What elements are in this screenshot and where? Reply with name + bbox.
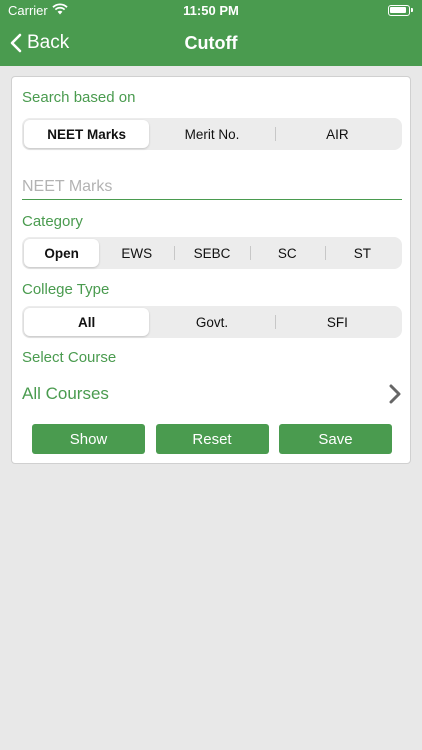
show-button[interactable]: Show bbox=[32, 424, 145, 454]
status-bar: Carrier 11:50 PM bbox=[0, 0, 422, 22]
search-type-segmented-control: NEET Marks Merit No. AIR bbox=[22, 118, 402, 150]
reset-button[interactable]: Reset bbox=[155, 424, 269, 454]
cutoff-form-card: Search based on NEET MarksMerit No.AIR C… bbox=[11, 76, 411, 464]
clock: 11:50 PM bbox=[183, 3, 239, 18]
segment-all[interactable]: All bbox=[24, 308, 150, 336]
search-based-on-label: Search based on bbox=[22, 89, 136, 106]
segment-air[interactable]: AIR bbox=[274, 120, 400, 148]
neet-marks-input[interactable] bbox=[22, 174, 402, 200]
battery-icon bbox=[388, 5, 413, 16]
segment-sfi[interactable]: SFI bbox=[274, 308, 400, 336]
segment-sebc[interactable]: SEBC bbox=[174, 239, 249, 267]
college-type-segmented-control: All Govt. SFI bbox=[22, 306, 402, 338]
chevron-right-icon bbox=[389, 384, 401, 404]
course-selector[interactable]: All Courses bbox=[22, 381, 402, 407]
category-label: Category bbox=[22, 213, 83, 230]
college-type-label: College Type bbox=[22, 281, 110, 298]
page-title: Cutoff bbox=[184, 33, 238, 53]
course-value: All Courses bbox=[22, 384, 109, 403]
segment-merit-no[interactable]: Merit No. bbox=[149, 120, 274, 148]
segment-neet-marks[interactable]: NEET Marks bbox=[24, 120, 150, 148]
category-segmented-control: Open EWS SEBC SC ST bbox=[22, 237, 402, 269]
select-course-label: Select Course bbox=[22, 349, 117, 366]
segment-govt[interactable]: Govt. bbox=[149, 308, 274, 336]
segment-ews[interactable]: EWS bbox=[99, 239, 174, 267]
segment-sc[interactable]: SC bbox=[249, 239, 325, 267]
navigation-header: Carrier 11:50 PM Back Cutoff bbox=[0, 0, 422, 66]
segment-open[interactable]: Open bbox=[24, 239, 100, 267]
segment-st[interactable]: ST bbox=[324, 239, 400, 267]
action-buttons: Show Reset Save bbox=[32, 424, 392, 454]
save-button[interactable]: Save bbox=[279, 424, 392, 454]
